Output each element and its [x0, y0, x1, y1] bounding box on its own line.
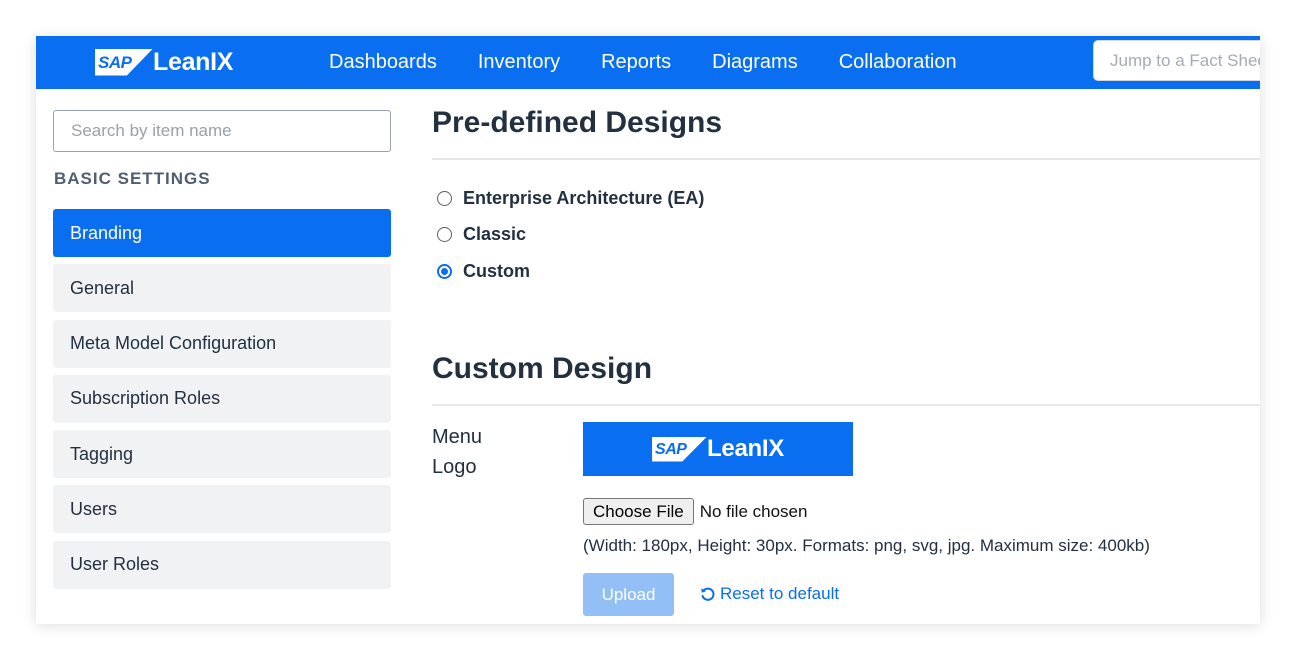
design-option-label: Custom [463, 260, 530, 281]
file-status: No file chosen [699, 501, 808, 521]
reset-to-default-link[interactable]: Reset to default [700, 584, 839, 604]
nav-dashboards[interactable]: Dashboards [329, 51, 437, 74]
sidebar-search-input[interactable] [53, 110, 391, 152]
design-option-classic[interactable]: Classic [437, 217, 704, 254]
design-option-label: Classic [463, 224, 527, 245]
choose-file-button[interactable]: Choose File [583, 498, 694, 525]
settings-menu: Branding General Meta Model Configuratio… [53, 209, 391, 596]
sidebar-item-user-roles[interactable]: User Roles [53, 540, 391, 589]
sap-logo-mark: SAP [95, 48, 153, 76]
design-option-label: Enterprise Architecture (EA) [463, 187, 705, 208]
reset-label: Reset to default [720, 584, 840, 603]
fact-sheet-search-input[interactable] [1093, 40, 1260, 81]
sap-leanix-logo[interactable]: SAP LeanIX [95, 48, 233, 76]
app-window: SAP LeanIX Dashboards Inventory Reports … [36, 36, 1260, 624]
sidebar-item-subscription-roles[interactable]: Subscription Roles [53, 374, 391, 423]
nav-inventory[interactable]: Inventory [478, 51, 560, 74]
radio-button-selected[interactable] [437, 263, 452, 279]
section-title: BASIC SETTINGS [54, 169, 211, 188]
menu-logo-preview: SAP LeanIX [583, 422, 853, 476]
brand-name: LeanIX [707, 435, 784, 462]
nav-diagrams[interactable]: Diagrams [712, 51, 798, 74]
file-picker: Choose File No file chosen [583, 498, 807, 525]
undo-icon [701, 587, 715, 601]
predefined-designs-heading: Pre-defined Designs [432, 106, 723, 139]
top-navigation-bar: SAP LeanIX Dashboards Inventory Reports … [36, 36, 1260, 89]
design-radio-group: Enterprise Architecture (EA) Classic Cus… [437, 180, 704, 290]
brand-name: LeanIX [153, 47, 234, 76]
divider [432, 158, 1260, 160]
divider [432, 404, 1260, 406]
radio-button[interactable] [437, 190, 452, 206]
sap-logo-mark: SAP [652, 436, 708, 462]
logo-requirements-hint: (Width: 180px, Height: 30px. Formats: pn… [583, 536, 1150, 555]
design-option-ea[interactable]: Enterprise Architecture (EA) [437, 180, 704, 217]
design-option-custom[interactable]: Custom [437, 253, 704, 290]
sidebar-item-meta-model-configuration[interactable]: Meta Model Configuration [53, 319, 391, 368]
radio-button[interactable] [437, 227, 452, 243]
menu-logo-label: Menu Logo [432, 426, 483, 478]
upload-button[interactable]: Upload [583, 573, 674, 616]
nav-reports[interactable]: Reports [601, 51, 671, 74]
custom-design-heading: Custom Design [432, 352, 653, 385]
sidebar-item-general[interactable]: General [53, 264, 391, 313]
main-nav: Dashboards Inventory Reports Diagrams Co… [329, 36, 998, 89]
sidebar-item-tagging[interactable]: Tagging [53, 430, 391, 479]
sidebar-item-users[interactable]: Users [53, 485, 391, 534]
sidebar-item-branding[interactable]: Branding [53, 209, 391, 257]
nav-collaboration[interactable]: Collaboration [839, 51, 957, 74]
